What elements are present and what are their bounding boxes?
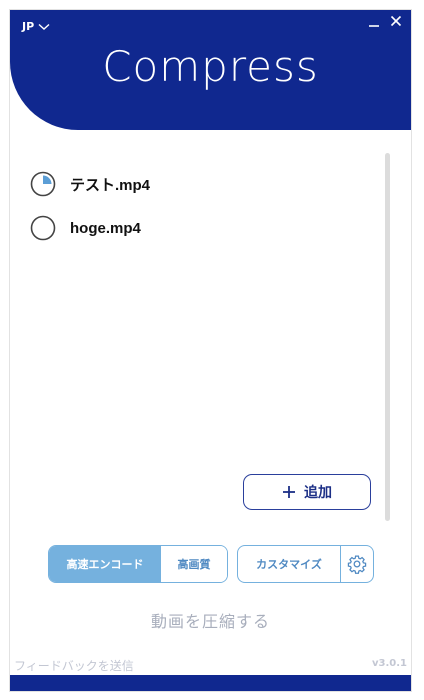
- file-name: テスト.mp4: [70, 176, 151, 194]
- minimize-icon[interactable]: [367, 16, 381, 30]
- scrollbar[interactable]: [385, 153, 390, 521]
- version-label: v3.0.1: [372, 658, 407, 669]
- language-label: JP: [22, 20, 35, 33]
- customize-group: カスタマイズ: [237, 545, 374, 583]
- plus-icon: [283, 486, 295, 498]
- encode-mode-toggle: 高速エンコード 高画質: [48, 545, 228, 583]
- add-file-button[interactable]: 追加: [243, 474, 371, 510]
- app-window: JP Compress テスト.mp4 hoge.mp4 追加 高速エンコード …: [10, 10, 411, 691]
- gear-icon: [347, 555, 367, 574]
- add-label: 追加: [304, 485, 332, 501]
- close-icon[interactable]: [389, 14, 403, 28]
- footer-bar: [10, 675, 411, 691]
- file-item[interactable]: テスト.mp4: [30, 162, 370, 206]
- header: JP Compress: [10, 10, 411, 130]
- progress-ring-icon: [30, 215, 56, 241]
- compress-button[interactable]: 動画を圧縮する: [10, 608, 411, 632]
- progress-ring-icon: [30, 171, 56, 197]
- app-title: Compress: [102, 42, 319, 91]
- file-name: hoge.mp4: [70, 219, 141, 237]
- language-selector[interactable]: JP: [22, 20, 50, 33]
- file-item[interactable]: hoge.mp4: [30, 206, 370, 250]
- chevron-down-icon: [38, 23, 50, 30]
- settings-button[interactable]: [341, 546, 373, 582]
- file-list: テスト.mp4 hoge.mp4: [30, 162, 370, 250]
- customize-button[interactable]: カスタマイズ: [238, 546, 341, 582]
- mode-high-quality[interactable]: 高画質: [161, 546, 227, 582]
- mode-fast-encode[interactable]: 高速エンコード: [49, 546, 161, 582]
- feedback-link[interactable]: フィードバックを送信: [14, 657, 134, 674]
